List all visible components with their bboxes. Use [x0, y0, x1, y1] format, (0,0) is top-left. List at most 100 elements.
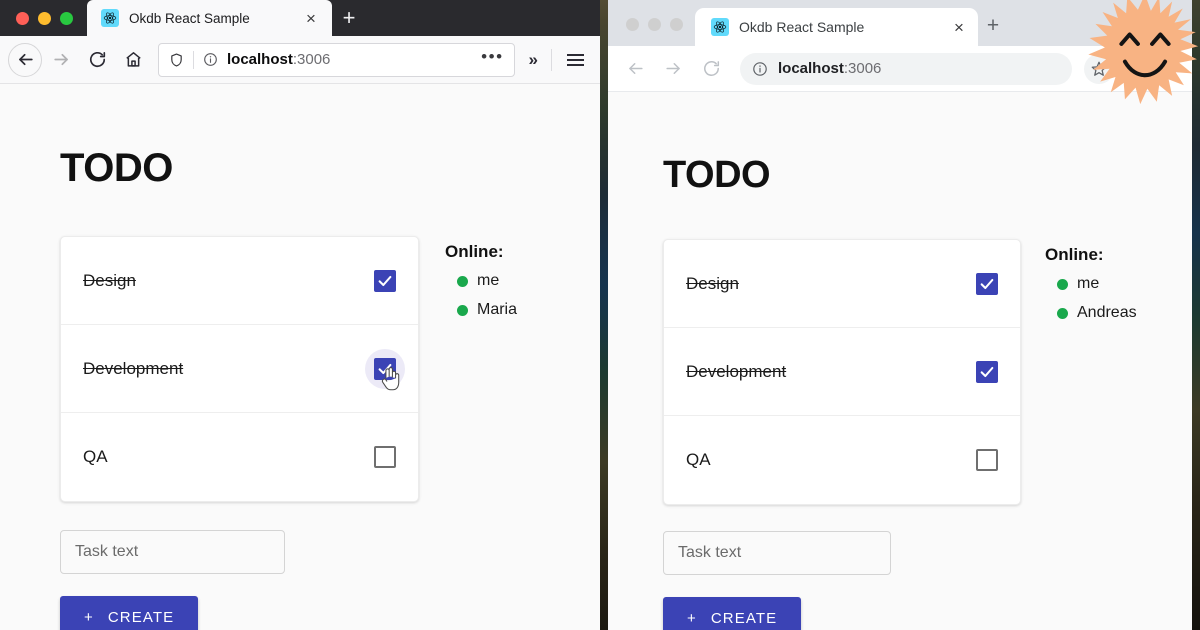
address-bar[interactable]: localhost:3006	[740, 52, 1072, 85]
url-text: localhost:3006	[768, 60, 1066, 77]
close-window-button[interactable]	[626, 18, 639, 31]
firefox-toolbar: localhost:3006 ••• »	[0, 36, 600, 84]
info-icon[interactable]	[752, 61, 768, 77]
table-row[interactable]: Design	[61, 237, 418, 325]
create-button-label: CREATE	[107, 608, 175, 626]
page-title: TODO	[663, 154, 771, 196]
url-text: localhost:3006	[218, 51, 481, 68]
task-text-input[interactable]	[663, 531, 891, 575]
list-item: me	[445, 272, 517, 290]
sun-smiley-avatar[interactable]	[1086, 0, 1200, 110]
todo-checkbox-wrap[interactable]	[365, 348, 405, 390]
table-row[interactable]: QA	[61, 413, 418, 501]
browser-tab[interactable]: Okdb React Sample ×	[695, 8, 978, 46]
online-status-dot	[1057, 307, 1068, 319]
url-host: localhost	[778, 60, 844, 77]
todo-label: QA	[83, 447, 108, 466]
forward-arrow-icon	[44, 43, 78, 77]
checkbox-unchecked[interactable]	[976, 449, 998, 471]
list-item: Andreas	[1045, 304, 1137, 322]
back-arrow-icon[interactable]	[8, 42, 42, 77]
page-title: TODO	[60, 146, 173, 190]
task-text-input[interactable]	[60, 530, 285, 574]
browser-tab[interactable]: Okdb React Sample ×	[87, 0, 332, 36]
reload-icon[interactable]	[80, 43, 114, 77]
divider	[193, 50, 194, 69]
todo-label: Design	[83, 270, 136, 290]
list-item: Maria	[445, 301, 517, 319]
page-content-firefox: TODO Design Development QA Online: me Ma…	[0, 84, 600, 630]
online-status-dot	[457, 275, 468, 287]
online-user-name: me	[1077, 275, 1100, 292]
url-port: :3006	[843, 60, 882, 77]
react-icon	[101, 9, 119, 27]
todo-label: Development	[83, 358, 184, 378]
maximize-window-button[interactable]	[60, 12, 73, 25]
page-actions-icon[interactable]: •••	[481, 47, 507, 73]
url-port: :3006	[292, 51, 331, 68]
forward-arrow-icon	[656, 52, 690, 86]
todo-label: Development	[686, 361, 787, 381]
todo-list: Design Development QA	[663, 239, 1021, 505]
reload-icon[interactable]	[694, 52, 728, 86]
online-users-panel: Online: me Maria	[445, 236, 517, 330]
online-user-name: Andreas	[1077, 304, 1137, 321]
online-heading: Online:	[1045, 245, 1104, 264]
plus-icon: +	[84, 608, 94, 626]
online-user-name: me	[477, 272, 500, 289]
maximize-window-button[interactable]	[670, 18, 683, 31]
close-icon[interactable]: ×	[950, 18, 968, 36]
table-row[interactable]: QA	[664, 416, 1020, 504]
close-window-button[interactable]	[16, 12, 29, 25]
todo-checkbox-wrap[interactable]	[976, 360, 998, 383]
new-tab-button[interactable]: +	[978, 8, 1008, 46]
new-tab-button[interactable]: +	[332, 0, 366, 36]
minimize-window-button[interactable]	[648, 18, 661, 31]
todo-checkbox-wrap[interactable]	[976, 449, 998, 471]
browser-window-firefox: Okdb React Sample × + localhost:3006 •••…	[0, 0, 600, 630]
todo-checkbox-wrap[interactable]	[374, 446, 396, 468]
app-columns: Design Development	[60, 236, 600, 502]
shield-icon[interactable]	[167, 52, 185, 68]
online-status-dot	[1057, 278, 1068, 290]
checkbox-checked[interactable]	[976, 360, 998, 383]
online-heading: Online:	[445, 242, 504, 261]
minimize-window-button[interactable]	[38, 12, 51, 25]
checkbox-unchecked[interactable]	[374, 446, 396, 468]
online-user-name: Maria	[477, 301, 518, 318]
checkbox-checked[interactable]	[976, 272, 998, 295]
online-users-panel: Online: me Andreas	[1045, 239, 1137, 333]
create-task-button[interactable]: + CREATE	[663, 597, 802, 630]
tab-title: Okdb React Sample	[129, 10, 250, 26]
url-host: localhost	[227, 51, 293, 68]
todo-list: Design Development QA	[60, 236, 419, 502]
mouse-cursor-pointer-icon	[380, 366, 401, 397]
overflow-chevron-icon[interactable]: »	[523, 50, 544, 70]
info-icon[interactable]	[202, 52, 218, 67]
checkbox-checked[interactable]	[374, 269, 396, 292]
window-controls[interactable]	[0, 12, 87, 36]
close-icon[interactable]: ×	[302, 9, 320, 27]
tab-title: Okdb React Sample	[739, 19, 865, 35]
plus-icon: +	[687, 609, 697, 627]
todo-label: QA	[686, 450, 711, 469]
window-controls[interactable]	[608, 18, 695, 46]
firefox-titlebar: Okdb React Sample × +	[0, 0, 600, 36]
online-status-dot	[457, 304, 468, 316]
todo-checkbox-wrap[interactable]	[976, 272, 998, 295]
react-icon	[711, 18, 729, 36]
back-arrow-icon[interactable]	[618, 52, 652, 86]
hamburger-menu-icon[interactable]	[559, 53, 592, 66]
todo-checkbox-wrap[interactable]	[374, 269, 396, 292]
table-row[interactable]: Development	[664, 328, 1020, 416]
create-task-button[interactable]: + CREATE	[60, 596, 199, 630]
list-item: me	[1045, 275, 1137, 293]
home-icon[interactable]	[116, 43, 150, 77]
page-content-chrome: TODO Design Development QA Online: me An…	[608, 92, 1192, 630]
table-row[interactable]: Development	[61, 325, 418, 413]
todo-label: Design	[686, 273, 739, 293]
table-row[interactable]: Design	[664, 240, 1020, 328]
create-button-label: CREATE	[710, 609, 778, 627]
app-columns: Design Development	[663, 239, 1192, 505]
address-bar[interactable]: localhost:3006 •••	[158, 42, 515, 77]
